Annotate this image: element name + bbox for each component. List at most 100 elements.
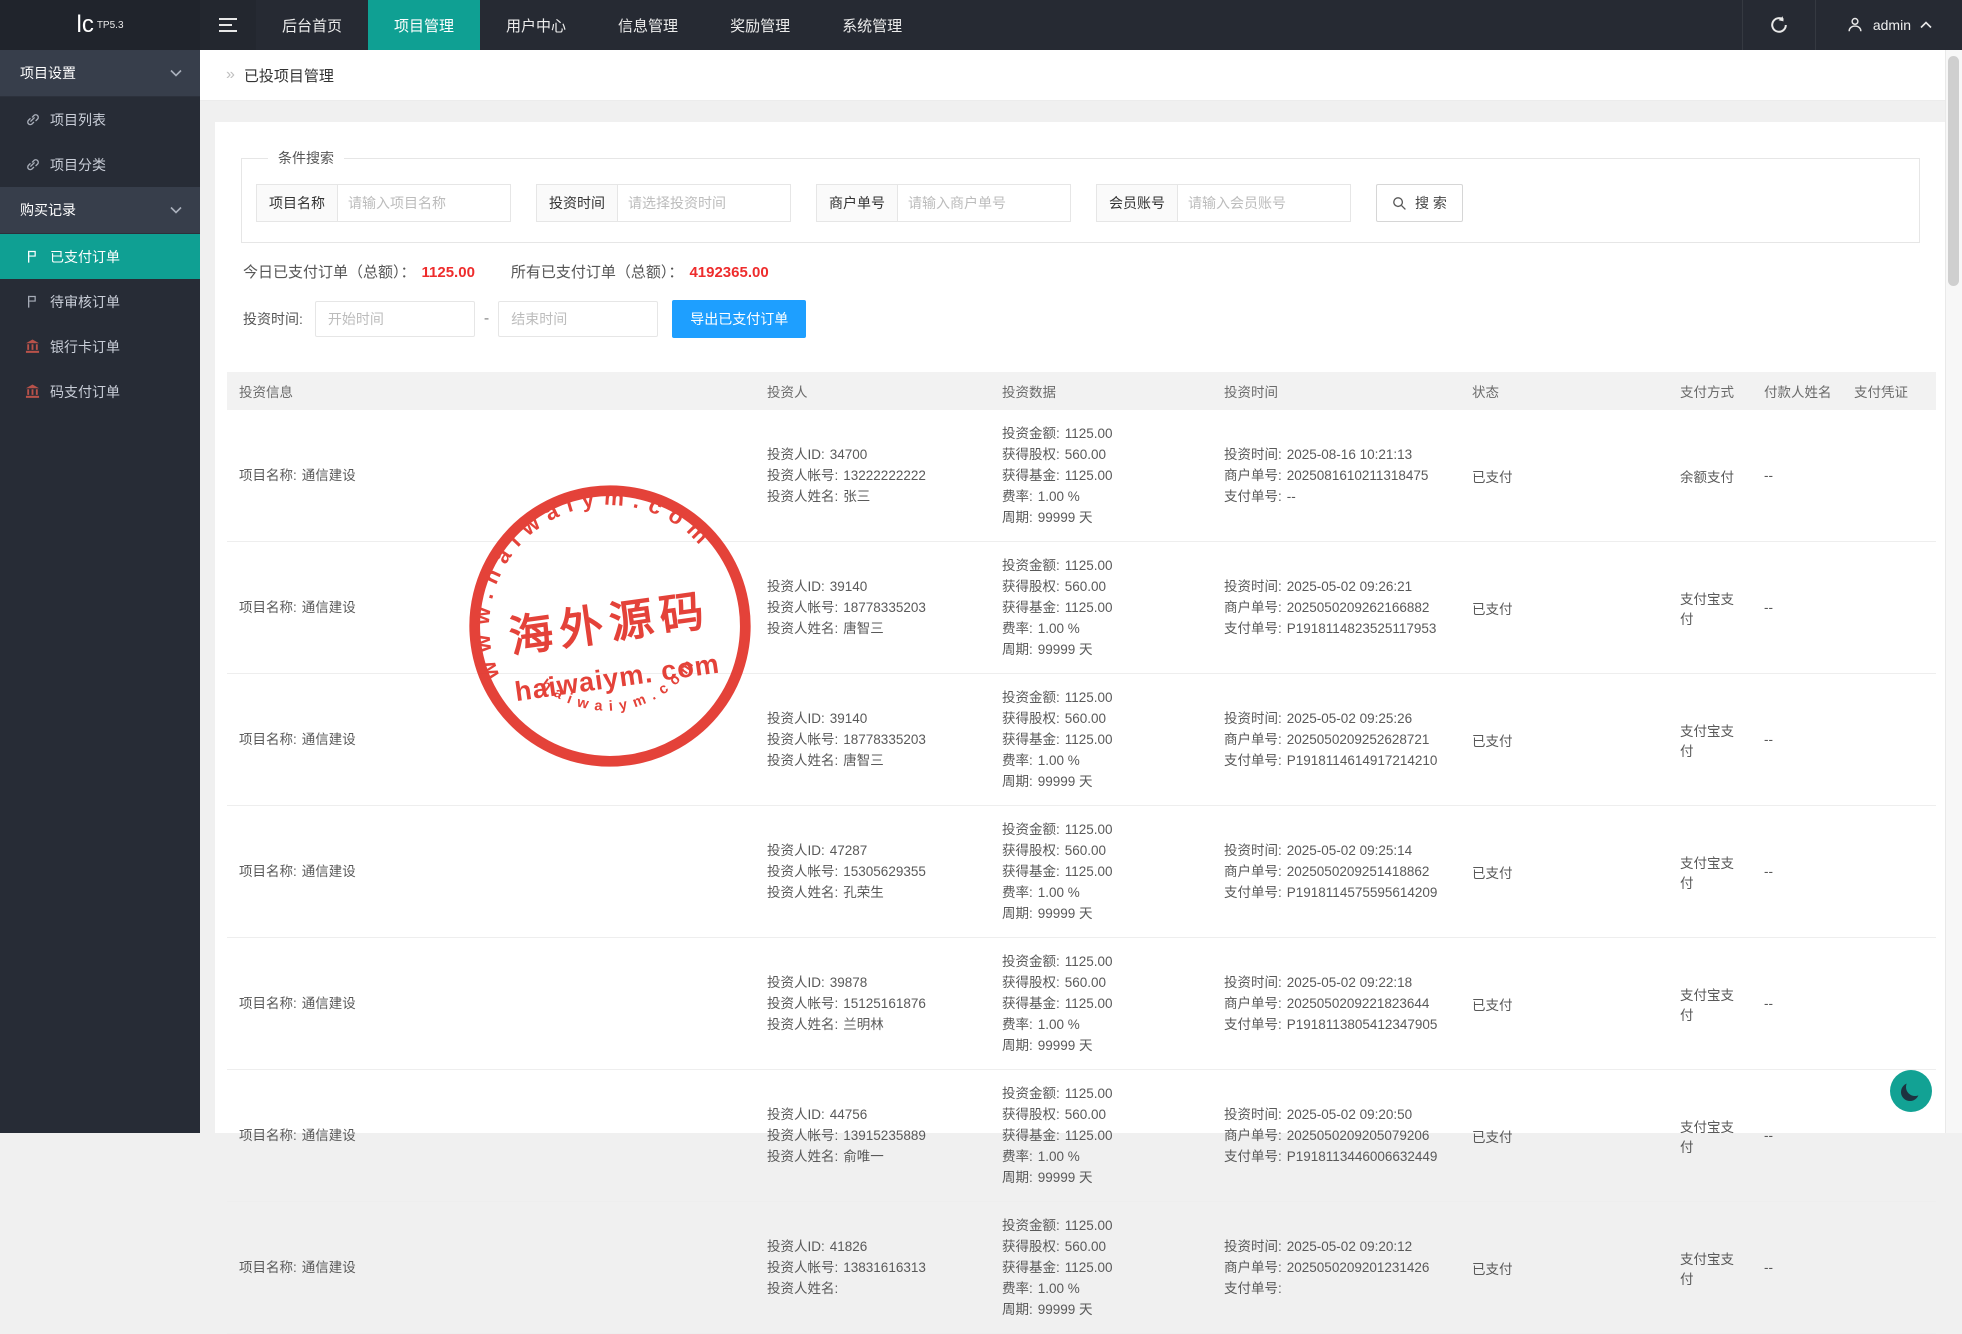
invest-amount: 投资金额:1125.00 [1002,687,1208,708]
investor-name: 投资人姓名:兰明林 [767,1014,986,1035]
investor-account: 投资人帐号:13831616313 [767,1257,986,1278]
app-root: lc TP5.3 后台首页 项目管理 用户中心 信息管理 奖励管理 系统管理 [0,0,1962,1133]
cell-investor: 投资人ID:39878 投资人帐号:15125161876 投资人姓名:兰明林 [755,938,990,1070]
chevron-down-icon [170,206,182,214]
investor-account: 投资人帐号:18778335203 [767,729,986,750]
cell-pay-method: 支付宝支付 [1668,674,1752,806]
col-investor: 投资人 [755,372,990,410]
nav-item-reward-management[interactable]: 奖励管理 [704,0,816,50]
table-row: 项目名称:通信建设 投资人ID:34700 投资人帐号:13222222222 … [227,410,1936,542]
investor-id: 投资人ID:39140 [767,708,986,729]
end-time-input[interactable] [498,301,658,337]
refresh-icon [1769,15,1789,35]
status-badge: 已支付 [1472,998,1513,1013]
cell-pay-proof [1842,674,1936,806]
fee-rate: 费率:1.00 % [1002,1146,1208,1167]
table-header-row: 投资信息 投资人 投资数据 投资时间 状态 支付方式 付款人姓名 支付凭证 [227,372,1936,410]
table-row: 项目名称:通信建设 投资人ID:39878 投资人帐号:15125161876 … [227,938,1936,1070]
cell-status: 已支付 [1460,806,1668,938]
nav-item-system-management[interactable]: 系统管理 [816,0,928,50]
sidebar-item-label: 银行卡订单 [50,337,120,357]
nav-item-info-management[interactable]: 信息管理 [592,0,704,50]
app-logo: lc TP5.3 [0,0,200,50]
fee-rate: 费率:1.00 % [1002,618,1208,639]
investor-id: 投资人ID:41826 [767,1236,986,1257]
col-payer-name: 付款人姓名 [1752,372,1842,410]
content-card: 条件搜索 项目名称 投资时间 商户单号 [215,122,1946,1133]
period: 周期:99999 天 [1002,771,1208,792]
member-account-input[interactable] [1177,184,1351,222]
stat-total-paid: 所有已支付订单（总额）：4192365.00 [511,261,769,282]
project-name-input[interactable] [337,184,511,222]
investor-name: 投资人姓名: [767,1278,986,1299]
sidebar-item-project-category[interactable]: 项目分类 [0,142,200,187]
stats-summary: 今日已支付订单（总额）：1125.00 所有已支付订单（总额）：4192365.… [243,261,1934,282]
scrollbar-thumb[interactable] [1948,56,1959,286]
invest-time-input[interactable] [617,184,791,222]
period: 周期:99999 天 [1002,1299,1208,1320]
nav-item-project-management[interactable]: 项目管理 [368,0,480,50]
sidebar-item-pending-orders[interactable]: 待审核订单 [0,279,200,324]
nav-item-user-center[interactable]: 用户中心 [480,0,592,50]
merchant-no-input[interactable] [897,184,1071,222]
theme-toggle-button[interactable] [1890,1070,1932,1112]
export-paid-orders-button[interactable]: 导出已支付订单 [672,300,806,338]
sidebar-item-project-list[interactable]: 项目列表 [0,97,200,142]
cell-invest-data: 投资金额:1125.00 获得股权:560.00 获得基金:1125.00 费率… [990,674,1212,806]
refresh-button[interactable] [1742,0,1815,50]
cell-invest-time: 投资时间:2025-05-02 09:26:21 商户单号:2025050209… [1212,542,1460,674]
cell-invest-data: 投资金额:1125.00 获得股权:560.00 获得基金:1125.00 费率… [990,542,1212,674]
fee-rate: 费率:1.00 % [1002,750,1208,771]
fee-rate: 费率:1.00 % [1002,1014,1208,1035]
start-time-input[interactable] [315,301,475,337]
investor-account: 投资人帐号:15305629355 [767,861,986,882]
cell-pay-proof [1842,938,1936,1070]
sidebar-item-bank-card-orders[interactable]: 银行卡订单 [0,324,200,369]
cell-payer-name: -- [1752,938,1842,1070]
flag-icon [24,294,40,309]
field-invest-time: 投资时间 [536,184,791,222]
col-status: 状态 [1460,372,1668,410]
invest-time: 投资时间:2025-05-02 09:26:21 [1224,576,1456,597]
period: 周期:99999 天 [1002,1167,1208,1188]
status-badge: 已支付 [1472,734,1513,749]
col-invest-time: 投资时间 [1212,372,1460,410]
project-name: 项目名称:通信建设 [239,1257,751,1278]
period: 周期:99999 天 [1002,1035,1208,1056]
nav-item-dashboard[interactable]: 后台首页 [256,0,368,50]
field-member-account: 会员账号 [1096,184,1351,222]
investor-account: 投资人帐号:18778335203 [767,597,986,618]
status-badge: 已支付 [1472,602,1513,617]
col-pay-proof: 支付凭证 [1842,372,1936,410]
cell-investor: 投资人ID:39140 投资人帐号:18778335203 投资人姓名:唐智三 [755,542,990,674]
merchant-no-label: 商户单号 [816,184,897,222]
sidebar-item-paid-orders[interactable]: 已支付订单 [0,234,200,279]
invest-amount: 投资金额:1125.00 [1002,1215,1208,1236]
cell-investor: 投资人ID:44756 投资人帐号:13915235889 投资人姓名:俞唯一 [755,1070,990,1202]
user-menu[interactable]: admin [1815,0,1962,50]
orders-table: 投资信息 投资人 投资数据 投资时间 状态 支付方式 付款人姓名 支付凭证 [227,372,1936,1334]
investor-id: 投资人ID:44756 [767,1104,986,1125]
sidebar-group-label: 项目设置 [20,63,76,83]
col-invest-data: 投资数据 [990,372,1212,410]
merchant-no: 商户单号:2025050209262166882 [1224,597,1456,618]
gained-equity: 获得股权:560.00 [1002,1104,1208,1125]
invest-amount: 投资金额:1125.00 [1002,555,1208,576]
page-title: 已投项目管理 [244,65,334,86]
table-row: 项目名称:通信建设 投资人ID:39140 投资人帐号:18778335203 … [227,674,1936,806]
gained-equity: 获得股权:560.00 [1002,1236,1208,1257]
sidebar-group-purchase-records[interactable]: 购买记录 [0,187,200,234]
pay-no: 支付单号:P1918114614917214210 [1224,750,1456,771]
cell-status: 已支付 [1460,674,1668,806]
invest-time-label: 投资时间 [536,184,617,222]
stat-total-value: 4192365.00 [689,264,768,281]
menu-collapse-button[interactable] [200,0,256,50]
project-name-label: 项目名称 [256,184,337,222]
pay-no: 支付单号:P1918114575595614209 [1224,882,1456,903]
sidebar-group-project-settings[interactable]: 项目设置 [0,50,200,97]
sidebar-item-qr-pay-orders[interactable]: 码支付订单 [0,369,200,414]
project-name: 项目名称:通信建设 [239,993,751,1014]
investor-name: 投资人姓名:俞唯一 [767,1146,986,1167]
investor-name: 投资人姓名:唐智三 [767,750,986,771]
search-button[interactable]: 搜 索 [1376,184,1463,222]
